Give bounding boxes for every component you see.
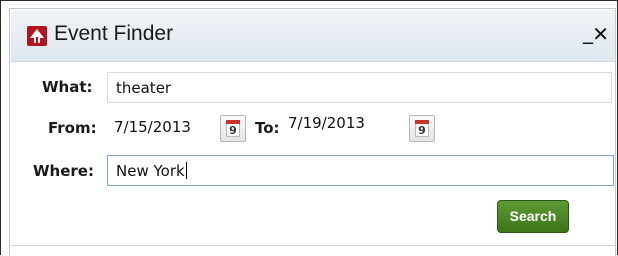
calendar-icon-day: 9 — [229, 124, 237, 137]
text-caret — [185, 162, 187, 179]
close-button[interactable]: ✕ — [592, 22, 609, 46]
what-input-value: theater — [116, 79, 172, 97]
title-bar: Event Finder _ ✕ — [11, 10, 615, 62]
from-date-input[interactable]: 7/15/2013 — [114, 113, 191, 145]
where-label: Where: — [33, 162, 94, 180]
what-input[interactable]: theater — [107, 72, 612, 103]
to-date-input[interactable]: 7/19/2013 — [288, 109, 365, 141]
what-label: What: — [42, 78, 93, 96]
from-label: From: — [48, 119, 97, 137]
calendar-icon-day: 9 — [418, 124, 426, 137]
window-title: Event Finder — [54, 22, 174, 45]
where-input-value: New York — [116, 162, 185, 180]
footer-divider — [11, 245, 615, 246]
to-label: To: — [255, 119, 280, 137]
to-calendar-button[interactable]: 9 — [409, 115, 435, 142]
app-logo-icon — [27, 26, 47, 46]
from-calendar-button[interactable]: 9 — [220, 115, 246, 142]
event-finder-panel: Event Finder _ ✕ What: theater From: 7/1… — [9, 8, 616, 256]
where-input[interactable]: New York — [107, 155, 614, 186]
search-button[interactable]: Search — [497, 200, 569, 233]
